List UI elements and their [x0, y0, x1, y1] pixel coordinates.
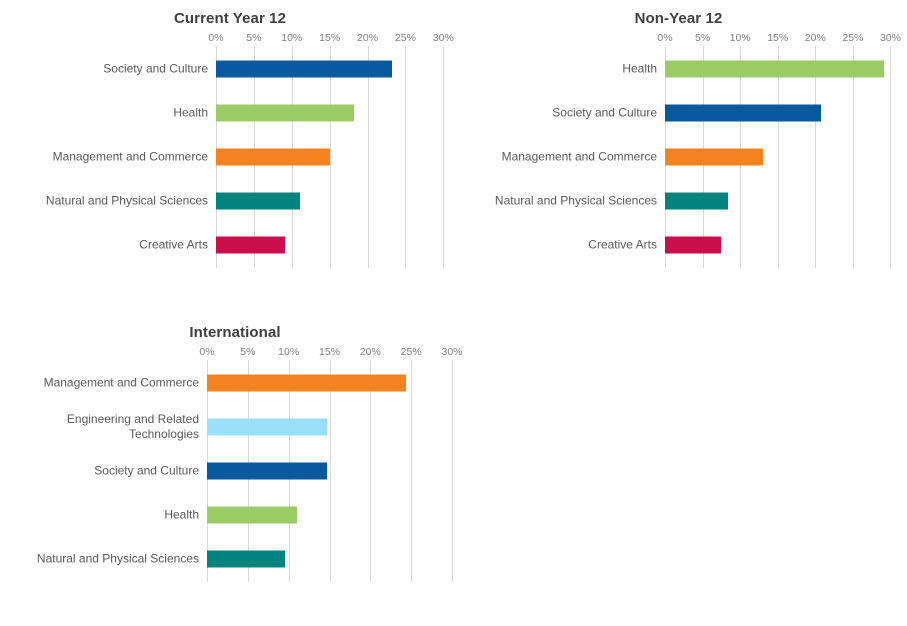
x-axis-tick-international-1: 5% [240, 346, 256, 358]
x-axis-tick-non-year-12-5: 25% [842, 32, 864, 44]
category-label: Health [622, 61, 657, 76]
category-label: Society and Culture [94, 463, 199, 478]
category-label: Engineering and Related Technologies [66, 412, 199, 441]
bars-non-year-12 [665, 46, 907, 268]
bar [216, 60, 392, 78]
gridline [852, 46, 854, 268]
category-labels-non-year-12: Health Society and Culture Management and … [450, 46, 665, 268]
category-labels-current-year-12: Society and Culture Health Management and … [0, 46, 216, 268]
category-label: Management and Commerce [501, 149, 657, 164]
chart-title-non-year-12: Non-Year 12 [634, 10, 723, 27]
category-label: Creative Arts [139, 237, 208, 252]
x-axis-tick-current-year-12-1: 5% [246, 32, 262, 44]
x-axis-non-year-12: 0% 5% 10% 15% 20% 25% 30% [450, 30, 907, 46]
bar [216, 104, 354, 122]
bar [216, 236, 285, 254]
x-axis-tick-international-6: 30% [441, 346, 463, 358]
bars-current-year-12 [216, 46, 460, 268]
gridline [329, 360, 331, 582]
bar [216, 192, 301, 210]
bar [207, 506, 297, 524]
bar [207, 462, 328, 480]
x-axis-tick-non-year-12-1: 5% [694, 32, 711, 44]
chart-panel-current-year-12: Current Year 12 0% 5% 10% 15% 20% 25% 30% Soci… [0, 8, 460, 308]
plot-area-current-year-12: Society and Culture Health Management and … [0, 46, 460, 268]
gridline [890, 46, 892, 268]
chart-panel-non-year-12: Non-Year 12 0% 5% 10% 15% 20% 25% 30% Health So… [450, 8, 907, 308]
gridline [452, 360, 454, 582]
category-label: Management and Commerce [52, 149, 208, 164]
x-axis-international: 0% 5% 10% 15% 20% 25% 30% [0, 344, 470, 360]
chart-title-current-year-12: Current Year 12 [173, 10, 287, 27]
plot-area-non-year-12: Health Society and Culture Management and … [450, 46, 907, 268]
category-label: Society and Culture [552, 105, 657, 120]
x-axis-tick-current-year-12-5: 25% [394, 32, 416, 44]
category-label: Health [173, 105, 208, 120]
bar [665, 104, 822, 122]
category-label: Natural and Physical Sciences [494, 193, 657, 208]
x-axis-tick-non-year-12-4: 20% [804, 32, 826, 44]
x-axis-tick-international-2: 10% [278, 346, 300, 358]
bar [207, 374, 407, 392]
category-label: Natural and Physical Sciences [45, 193, 208, 208]
x-axis-tick-current-year-12-2: 10% [281, 32, 303, 44]
gridline [815, 46, 817, 268]
gridline [367, 46, 369, 268]
category-label: Society and Culture [103, 61, 208, 76]
x-axis-tick-international-0: 0% [199, 346, 215, 358]
gridline [411, 360, 413, 582]
category-label: Creative Arts [588, 237, 657, 252]
category-label: Natural and Physical Sciences [36, 551, 199, 566]
category-labels-international: Management and Commerce Engineering and R… [0, 360, 207, 582]
category-label: Management and Commerce [43, 375, 199, 390]
bar [207, 550, 285, 568]
x-axis-tick-non-year-12-6: 30% [879, 32, 901, 44]
bar [216, 148, 331, 166]
x-axis-tick-international-4: 20% [359, 346, 381, 358]
bar [207, 418, 328, 436]
x-axis-tick-international-3: 15% [318, 346, 341, 358]
bar [665, 148, 763, 166]
category-label: Health [164, 507, 199, 522]
bars-international [207, 360, 470, 582]
plot-area-international: Management and Commerce Engineering and R… [0, 360, 470, 582]
bar [665, 236, 722, 254]
bar [665, 192, 729, 210]
x-axis-tick-international-5: 25% [400, 346, 422, 358]
gridline [405, 46, 407, 268]
x-axis-tick-current-year-12-3: 15% [319, 32, 341, 44]
x-axis-tick-non-year-12-2: 10% [729, 32, 751, 44]
x-axis-tick-non-year-12-0: 0% [657, 32, 673, 44]
gridline [777, 46, 779, 268]
gridline [370, 360, 372, 582]
bar [665, 60, 884, 78]
chart-title-international: International [189, 324, 281, 341]
x-axis-tick-current-year-12-4: 20% [357, 32, 379, 44]
x-axis-current-year-12: 0% 5% 10% 15% 20% 25% 30% [0, 30, 460, 46]
x-axis-tick-non-year-12-3: 15% [767, 32, 789, 44]
chart-panel-international: International 0% 5% 10% 15% 20% 25% 30% Manage… [0, 322, 470, 622]
x-axis-tick-current-year-12-0: 0% [208, 32, 224, 44]
